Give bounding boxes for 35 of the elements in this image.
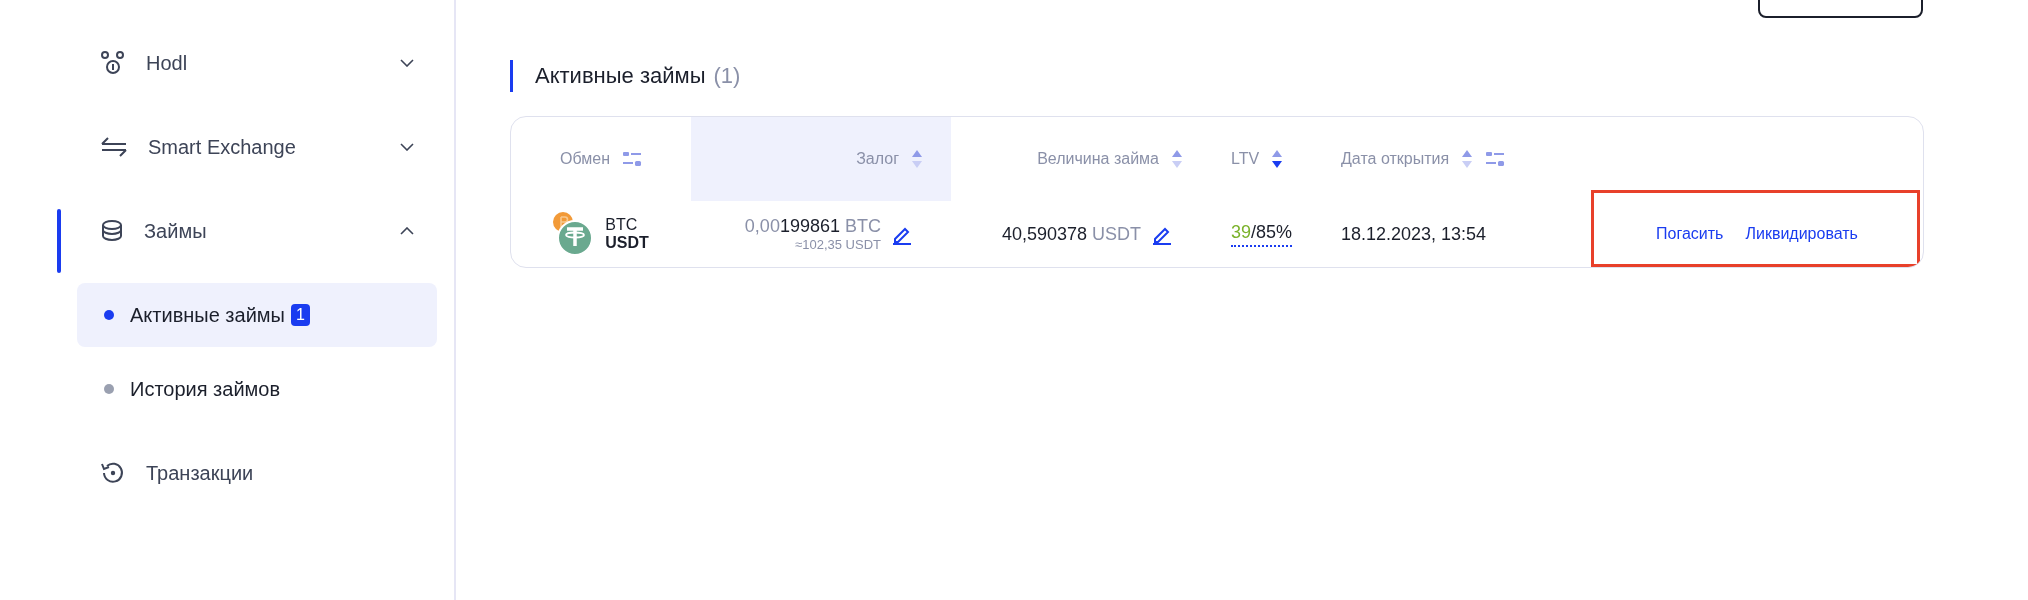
- exchange-icon: [100, 136, 128, 158]
- sidebar-item[interactable]: Hodl: [0, 21, 454, 105]
- sidebar-subitem[interactable]: Активные займы 1: [77, 283, 437, 347]
- open-date: 18.12.2023, 13:54: [1341, 223, 1487, 245]
- collateral-amount: 0,00199861 BTC: [744, 216, 881, 237]
- ltv-value: 39/85%: [1231, 221, 1293, 247]
- section-count: (1): [713, 63, 741, 89]
- subitem-label: История займов: [130, 377, 281, 401]
- sort-icon[interactable]: [1271, 149, 1284, 169]
- action-link[interactable]: Погасить: [1656, 225, 1724, 243]
- column-label: Величина займа: [1037, 150, 1159, 168]
- action-link[interactable]: Ликвидировать: [1745, 225, 1858, 243]
- collateral-approx: ≈102,35 USDT: [795, 237, 881, 252]
- coins-icon: [100, 50, 126, 76]
- count-badge: 1: [290, 304, 310, 326]
- sidebar-item[interactable]: Транзакции: [0, 431, 454, 515]
- bullet-icon: [104, 310, 114, 320]
- sidebar-item[interactable]: Займы: [0, 189, 454, 273]
- base-currency: BTC: [605, 216, 638, 234]
- section-title: Активные займы: [535, 63, 706, 89]
- filter-icon[interactable]: [1485, 151, 1506, 167]
- quote-currency: USDT: [605, 234, 649, 252]
- bullet-icon: [104, 384, 114, 394]
- sidebar-item[interactable]: Smart Exchange: [0, 105, 454, 189]
- coin-pair-icon: [553, 212, 594, 256]
- loan-amount: 40,590378 USDT: [1001, 223, 1141, 245]
- column-label: LTV: [1231, 150, 1260, 168]
- column-label: Дата открытия: [1341, 150, 1450, 168]
- column-label: Залог: [856, 150, 899, 168]
- coin-stack-icon: [100, 219, 124, 243]
- sidebar-subitem[interactable]: История займов: [77, 357, 437, 421]
- subitem-label: Активные займы: [130, 303, 285, 327]
- history-icon: [100, 460, 126, 486]
- filter-icon[interactable]: [622, 151, 642, 167]
- column-label: Обмен: [560, 150, 610, 168]
